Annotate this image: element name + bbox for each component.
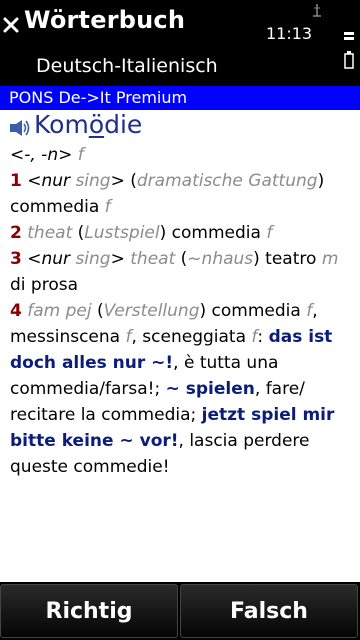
softkey-bar: Richtig Falsch bbox=[0, 582, 360, 640]
close-icon[interactable] bbox=[2, 16, 20, 34]
grammar-line: <-, -n> f bbox=[10, 145, 84, 165]
dictionary-name-bar: PONS De->It Premium bbox=[0, 86, 360, 110]
entry-body: <-, -n> f 1 <nur sing> (dramatische Gatt… bbox=[10, 142, 355, 480]
status-bar: Wörterbuch Deutsch-Italienisch 11:13 bbox=[0, 0, 360, 86]
battery-icon bbox=[344, 32, 354, 69]
app-title: Wörterbuch bbox=[24, 6, 186, 34]
clock: 11:13 bbox=[266, 24, 313, 43]
dictionary-direction: Deutsch-Italienisch bbox=[36, 55, 218, 77]
sense-1: 1 <nur sing> (dramatische Gattung) comme… bbox=[10, 171, 325, 217]
sense-3: 3 <nur sing> theat (~nhaus) teatro m di … bbox=[10, 249, 339, 295]
wrong-button[interactable]: Falsch bbox=[180, 584, 358, 638]
entry-content[interactable]: Komödie <-, -n> f 1 <nur sing> (dramatis… bbox=[0, 110, 360, 582]
sense-2: 2 theat (Lustspiel) commedia f bbox=[10, 223, 273, 243]
headword: Komödie bbox=[34, 110, 143, 139]
speaker-icon[interactable] bbox=[8, 118, 32, 138]
sense-4: 4 fam pej (Verstellung) commedia f, mess… bbox=[10, 301, 335, 477]
correct-button[interactable]: Richtig bbox=[0, 584, 178, 638]
signal-icon bbox=[313, 4, 321, 17]
